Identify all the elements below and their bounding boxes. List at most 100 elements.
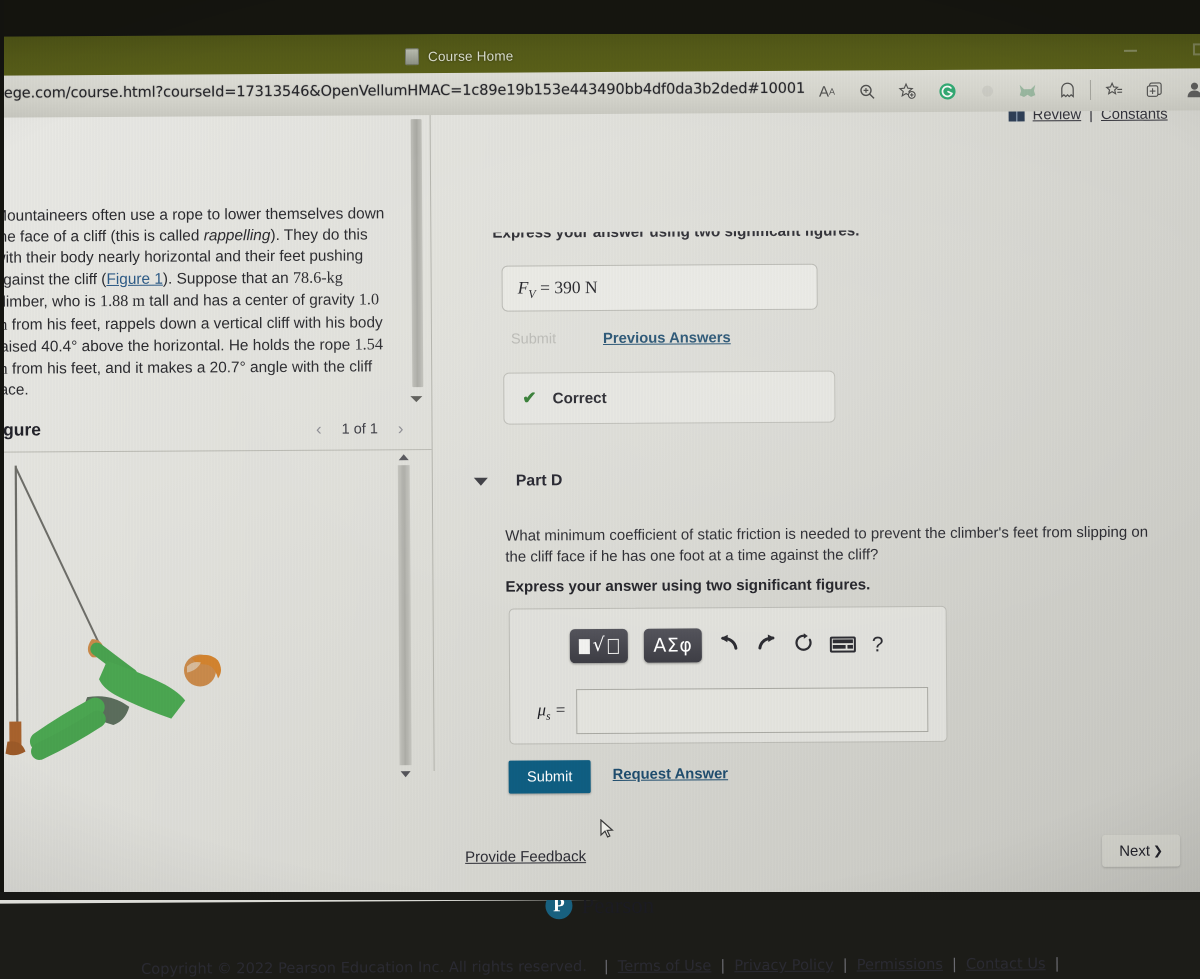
address-bar-url[interactable]: llege.com/course.html?courseId=17313546&…: [0, 81, 805, 102]
figure-panel-title: Figure: [0, 419, 41, 440]
math-template-button[interactable]: √: [570, 629, 628, 663]
window-minimize-button[interactable]: [1124, 50, 1137, 52]
star-plus-icon-svg: [897, 82, 916, 101]
contact-us-link[interactable]: Contact Us: [966, 955, 1046, 972]
chevron-right-icon: ❯: [1153, 844, 1163, 858]
next-button[interactable]: Next ❯: [1102, 834, 1180, 866]
window-maximize-button[interactable]: [1193, 43, 1200, 55]
part-c-answer-unit: N: [585, 277, 598, 297]
part-c-answer-subscript: V: [528, 287, 535, 301]
search-icon-svg: [858, 83, 875, 100]
reset-icon-svg: [794, 633, 814, 653]
mu-subscript: s: [546, 711, 551, 723]
font-style-icon[interactable]: AA: [807, 74, 847, 110]
problem-body-angle: 40.4°: [41, 338, 77, 355]
add-to-collections-icon[interactable]: [887, 73, 927, 109]
part-d-instruction-text: Express your answer using two significan…: [505, 575, 1170, 596]
radical-icon: √: [593, 634, 605, 656]
figure-1-link[interactable]: Figure 1: [106, 271, 163, 288]
monitor-bezel-left: [0, 0, 4, 900]
footer-divider-4: |: [1055, 955, 1060, 972]
keyboard-icon[interactable]: [830, 636, 856, 652]
extension-puzzle-icon[interactable]: [967, 73, 1007, 109]
puzzle-icon-svg: [978, 82, 995, 99]
part-c-instruction-clipped: Express your answer using two significan…: [492, 230, 892, 246]
permissions-link[interactable]: Permissions: [857, 956, 943, 974]
problem-text-7: above the horizontal. He holds the rope: [77, 336, 354, 355]
page-footer: Copyright © 2022 Pearson Education Inc. …: [0, 954, 1200, 979]
footer-divider-1: |: [720, 957, 725, 974]
provide-feedback-link[interactable]: Provide Feedback: [465, 848, 586, 866]
terms-of-use-link[interactable]: Terms of Use: [618, 957, 712, 975]
split-screen-icon-svg: [1144, 80, 1163, 99]
figure-counter: 1 of 1: [342, 421, 378, 437]
footer-divider-2: |: [843, 957, 848, 974]
metamask-fox-icon[interactable]: [1007, 72, 1047, 108]
figure-next-button[interactable]: ›: [398, 419, 404, 439]
problem-italic-term: rappelling: [204, 227, 271, 244]
person-icon-svg: [1183, 79, 1200, 100]
part-c-correct-banner: ✔ Correct: [503, 371, 835, 425]
figure-image-area: [0, 451, 434, 784]
mu-s-label: μs =: [518, 701, 566, 724]
tab-title: Course Home: [428, 49, 514, 65]
favorites-icon[interactable]: [1094, 72, 1134, 108]
tab-favicon-icon: [405, 48, 419, 65]
grammarly-extension-icon[interactable]: [927, 73, 967, 109]
part-c-answer-symbol: F: [518, 277, 529, 297]
part-d-title: Part D: [516, 472, 563, 490]
part-c-answer-number: 390: [554, 277, 580, 297]
search-icon[interactable]: [847, 73, 887, 109]
math-input-row: μs =: [518, 687, 942, 735]
problem-text-3: ). Suppose that an: [163, 270, 293, 288]
browser-address-bar[interactable]: llege.com/course.html?courseId=17313546&…: [0, 68, 1200, 118]
reset-circular-arrow-icon[interactable]: [794, 633, 814, 657]
monitor-bezel-top: [0, 0, 1200, 34]
figure-scroll-down-icon[interactable]: [401, 771, 411, 777]
mu-equals: =: [555, 701, 567, 720]
profile-avatar-icon[interactable]: [1174, 71, 1200, 107]
chevron-down-icon[interactable]: [474, 478, 488, 486]
climber-rappelling-illustration: [0, 451, 388, 773]
part-c-answer-equals: =: [540, 277, 550, 297]
favorites-star-list-icon-svg: [1104, 80, 1123, 99]
ghost-extension-icon[interactable]: [1047, 72, 1087, 108]
mu-symbol: μ: [537, 701, 546, 720]
page-content: Review | Constants Mountaineers often us…: [0, 106, 1200, 904]
privacy-policy-link[interactable]: Privacy Policy: [734, 957, 834, 975]
figure-scrollbar[interactable]: [398, 465, 412, 765]
part-d-header[interactable]: Part D: [474, 472, 563, 491]
redo-arrow-icon[interactable]: [756, 634, 778, 656]
math-editor-toolbar: √ ΑΣφ: [570, 627, 884, 663]
toolbar-divider: [1090, 80, 1091, 100]
answer-input[interactable]: [576, 687, 928, 734]
problem-text-4: climber, who is: [0, 294, 100, 312]
undo-arrow-icon[interactable]: [718, 634, 740, 656]
part-d-answer-widget: √ ΑΣφ: [509, 606, 948, 745]
undo-icon-svg: [718, 634, 740, 652]
part-d-submit-button[interactable]: Submit: [509, 760, 591, 794]
problem-statement: Mountaineers often use a rope to lower t…: [0, 203, 395, 401]
request-answer-link[interactable]: Request Answer: [613, 766, 729, 783]
footer-divider-0: |: [604, 958, 609, 975]
figure-scroll-up-icon[interactable]: [399, 454, 409, 460]
part-d-question-text: What minimum coefficient of static frict…: [505, 522, 1170, 569]
next-button-label: Next: [1119, 842, 1150, 859]
previous-answers-link[interactable]: Previous Answers: [603, 330, 731, 347]
problem-text-scroll-down-icon[interactable]: [410, 396, 422, 402]
problem-height: 1.88 m: [100, 292, 145, 310]
part-c-submit-button-disabled: Submit: [511, 331, 556, 347]
help-question-icon[interactable]: ?: [872, 634, 884, 655]
greek-symbols-button[interactable]: ΑΣφ: [644, 628, 702, 662]
screen-photo: Course Home llege.com/course.html?course…: [0, 0, 1200, 900]
split-screen-icon[interactable]: [1134, 72, 1174, 108]
template-filled-square-icon: [579, 639, 590, 654]
problem-text-8: from his feet, and it makes a: [8, 359, 210, 377]
figure-prev-button[interactable]: ‹: [316, 420, 322, 440]
mouse-cursor-icon: [600, 819, 614, 839]
browser-tab-course-home[interactable]: Course Home: [405, 48, 514, 66]
browser-toolbar-icons: AA: [807, 70, 1200, 110]
problem-text-scrollbar[interactable]: [411, 119, 424, 387]
problem-mass: 78.6-kg: [293, 269, 343, 287]
problem-rope-angle: 20.7°: [210, 359, 246, 376]
